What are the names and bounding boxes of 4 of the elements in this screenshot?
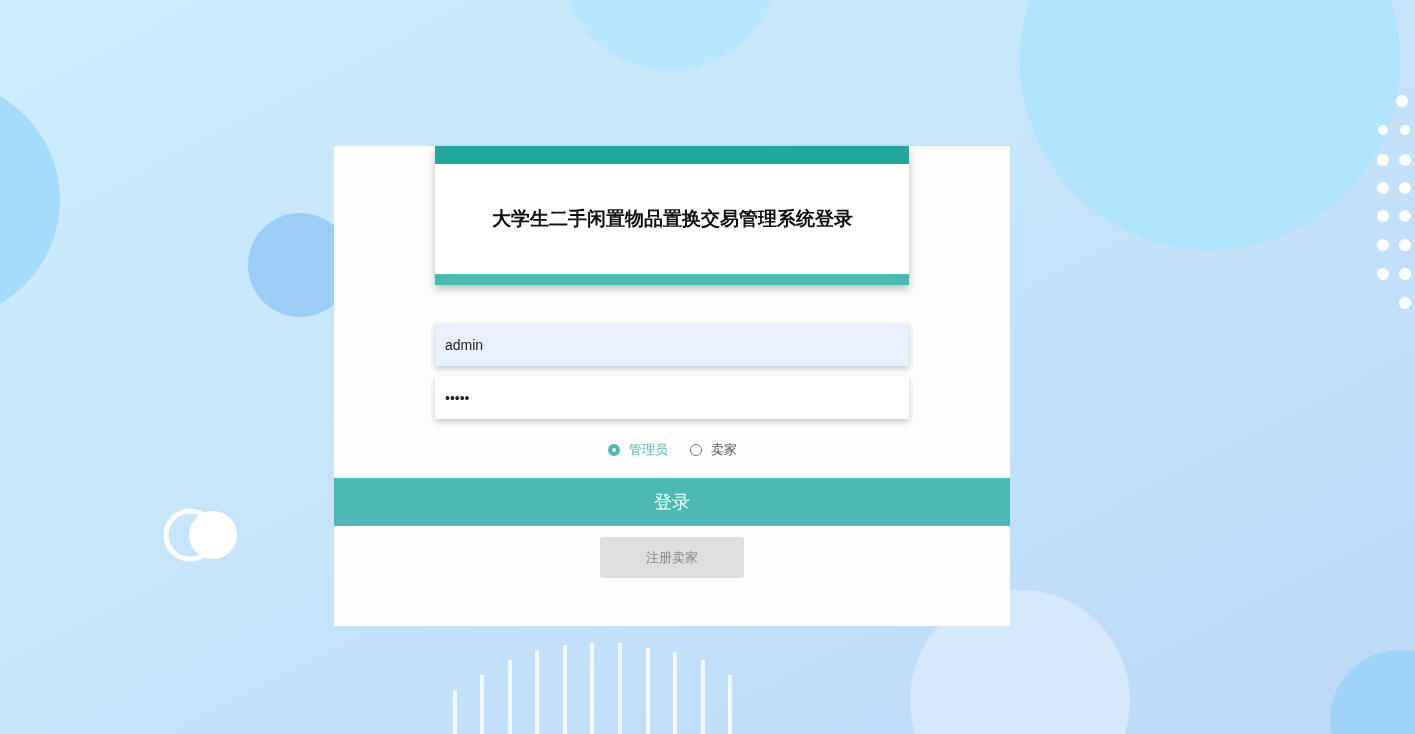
page-title: 大学生二手闲置物品置换交易管理系统登录 — [491, 206, 853, 231]
password-field[interactable]: ••••• — [435, 376, 909, 419]
username-field[interactable]: admin — [435, 323, 909, 366]
role-radio[interactable]: 卖家 — [689, 441, 737, 459]
